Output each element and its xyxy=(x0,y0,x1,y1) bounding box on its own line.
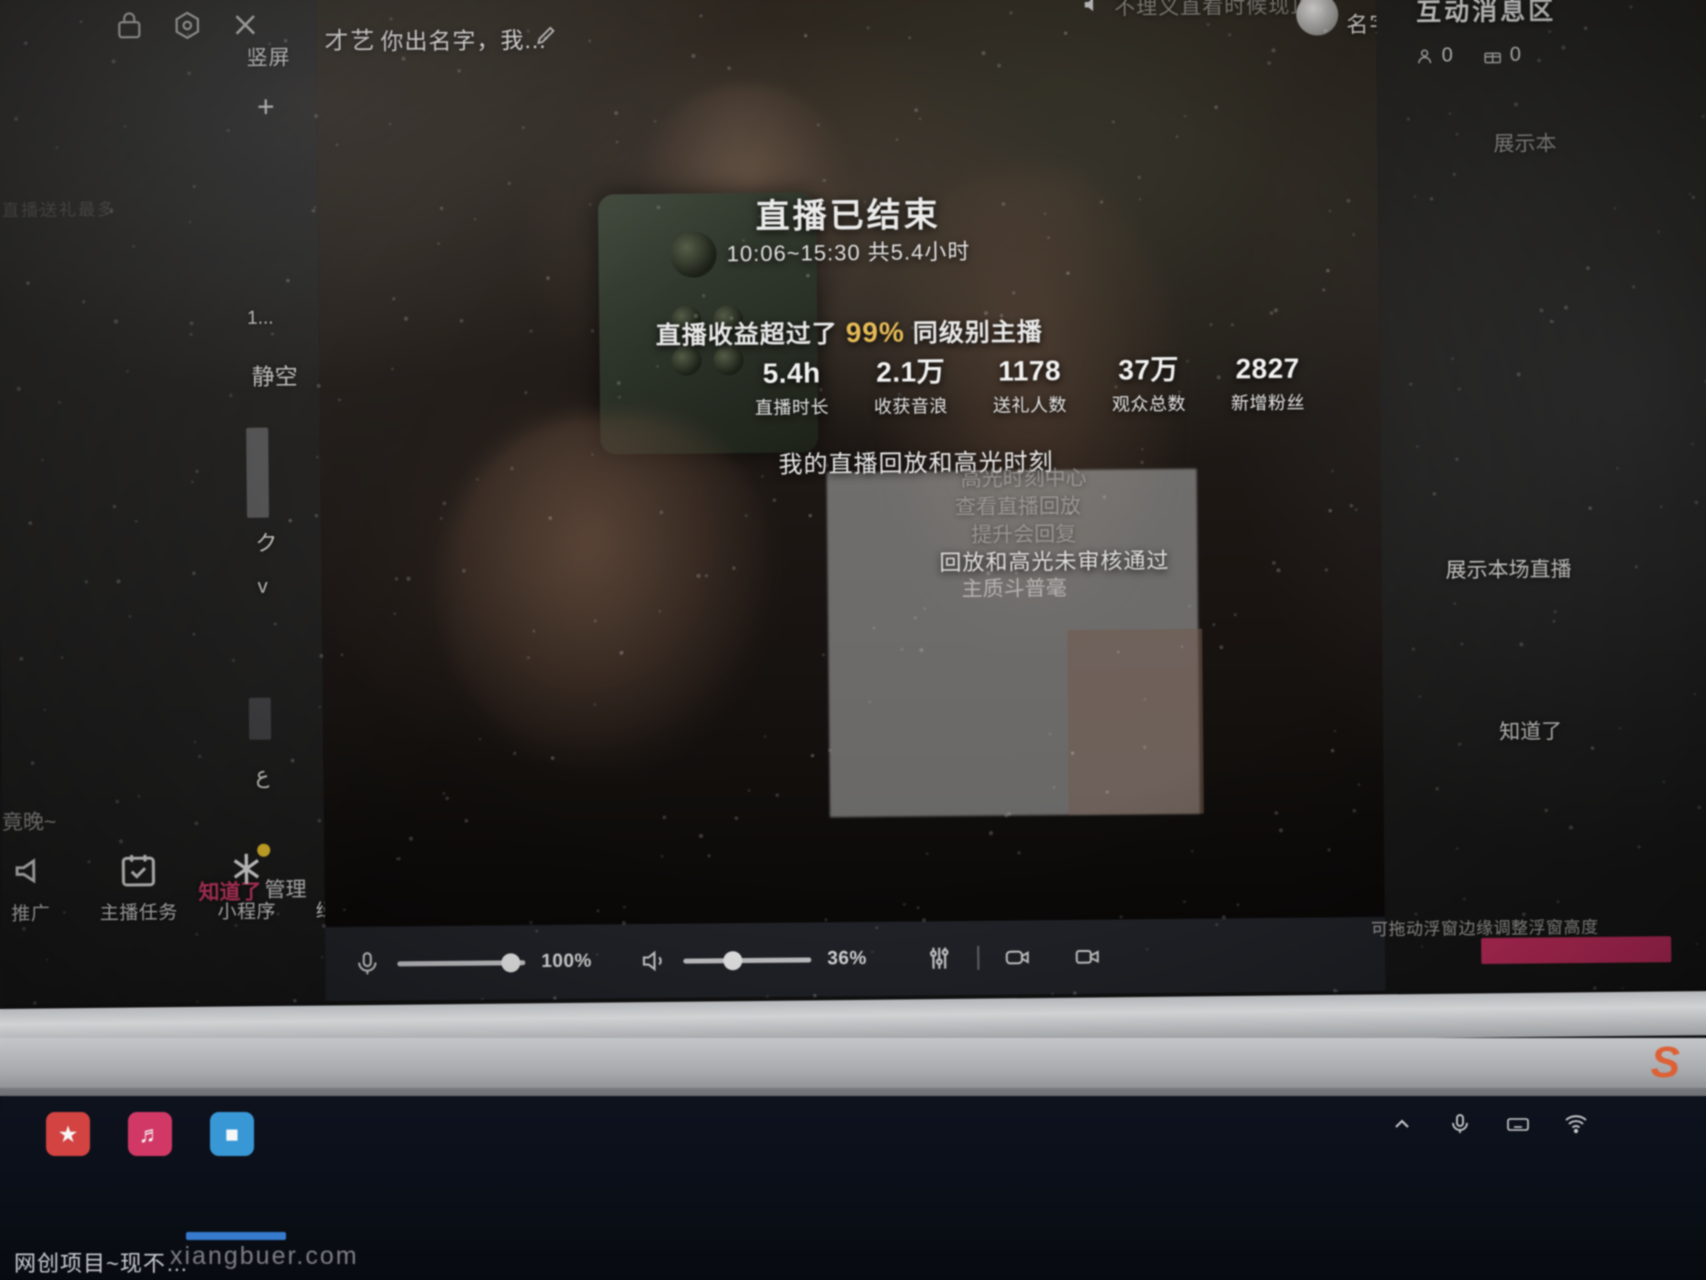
dock-item-promote[interactable]: 推广 xyxy=(0,850,77,926)
stat-value: 2827 xyxy=(1235,352,1300,385)
stat-value: 5.4h xyxy=(762,357,821,389)
gift-icon xyxy=(1484,52,1502,63)
video-preview-stage[interactable]: 直播已结束 10:06~15:30 共5.4小时 直播收益超过了 99% 同级别主播… xyxy=(316,0,1385,928)
dock-label-anchor-task: 主播任务 xyxy=(99,902,178,925)
pencil-icon[interactable] xyxy=(534,23,558,47)
rank-percent: 99% xyxy=(845,316,905,349)
monitor-screen: 竖屏 + 直播送礼最多 1... 静空 ク v ع 竟晚~ 知道了 管理 推广 … xyxy=(0,0,1706,1023)
side-stub-3: ク xyxy=(255,530,278,556)
stat-gift-income: 2.1万 收获音浪 xyxy=(869,356,954,419)
live-streaming-app: 竖屏 + 直播送礼最多 1... 静空 ク v ع 竟晚~ 知道了 管理 推广 … xyxy=(0,0,1706,1022)
speaker-slider[interactable] xyxy=(683,950,812,970)
replay-faint-1: 高光时刻中心 xyxy=(960,466,1087,491)
grey-overlay-card-secondary xyxy=(1067,628,1204,815)
side-stub-1: 1... xyxy=(247,307,274,329)
panel-action-button[interactable] xyxy=(1481,936,1672,965)
panel-scrollbar-thumb[interactable] xyxy=(246,427,270,518)
stat-label: 直播时长 xyxy=(754,397,830,419)
network-icon[interactable] xyxy=(1564,1112,1588,1141)
stat-new-fans: 2827 新增粉丝 xyxy=(1225,353,1310,416)
stat-label: 送礼人数 xyxy=(992,395,1068,416)
replay-sub-text: 主质斗普毫 xyxy=(961,576,1067,601)
watermark-text: xiangbuer.com xyxy=(170,1242,359,1270)
viewer-count-value: 0 xyxy=(1441,44,1453,67)
s-watermark-logo: S xyxy=(1650,1038,1680,1087)
divider xyxy=(977,945,980,970)
stat-value: 1178 xyxy=(998,355,1062,387)
video-camera-icon[interactable] xyxy=(1073,943,1101,971)
dock-item-mini-program[interactable]: 小程序 xyxy=(200,843,293,924)
panel-title: 互动消息区 xyxy=(1416,0,1557,27)
settings-hexagon-icon[interactable] xyxy=(172,10,202,40)
close-icon[interactable] xyxy=(230,10,260,40)
stat-value: 2.1万 xyxy=(876,356,946,388)
interaction-message-panel: 互动消息区 0 0 展示本 展示本场直播 知道了 可拖动浮窗边缘调整浮窗高度 xyxy=(1371,0,1706,991)
taskbar-active-indicator xyxy=(186,1232,286,1240)
photographed-screen: 竖屏 + 直播送礼最多 1... 静空 ク v ع 竟晚~ 知道了 管理 推广 … xyxy=(0,0,1706,1280)
taskbar-app-2[interactable]: ♬ xyxy=(128,1112,172,1156)
gift-count: 0 xyxy=(1483,44,1521,67)
stat-label: 新增粉丝 xyxy=(1230,392,1306,414)
left-tool-panel: 竖屏 + 直播送礼最多 1... 静空 ク v ع 竟晚~ 知道了 管理 推广 … xyxy=(0,0,394,1005)
equalizer-icon[interactable] xyxy=(925,944,953,972)
stat-label: 观众总数 xyxy=(1111,394,1187,415)
megaphone-icon xyxy=(9,851,51,891)
mini-program-icon xyxy=(225,843,271,889)
taskbar: S ★ ♬ ■ 网创项目~现不… xiangbuer.com xyxy=(0,1038,1706,1280)
stat-label: 收获音浪 xyxy=(873,396,949,418)
orientation-label[interactable]: 竖屏 xyxy=(246,41,290,71)
panel-scrollbar-thumb-secondary[interactable] xyxy=(248,697,272,740)
lock-icon[interactable] xyxy=(114,11,144,41)
dock-item-anchor-task[interactable]: 主播任务 xyxy=(92,849,185,925)
taskbar-app-3[interactable]: ■ xyxy=(210,1112,254,1156)
dock-label-promote: 推广 xyxy=(11,903,51,926)
rank-suffix: 同级别主播 xyxy=(912,318,1043,348)
resize-hint: 可拖动浮窗边缘调整浮窗高度 xyxy=(1370,917,1599,940)
side-stub-2: 静空 xyxy=(251,363,298,390)
replay-faint-2: 查看直播回放 xyxy=(954,494,1082,520)
taskbar-app-1[interactable]: ★ xyxy=(46,1112,90,1156)
camera-switch-icon[interactable] xyxy=(1003,943,1031,971)
panel-got-it-link[interactable]: 知道了 xyxy=(1499,715,1562,746)
panel-counts: 0 0 xyxy=(1415,44,1521,68)
speaker-volume-icon[interactable] xyxy=(639,947,667,975)
side-stub-4: v xyxy=(257,575,268,598)
keyboard-icon[interactable] xyxy=(1506,1112,1530,1141)
speaker-icon[interactable] xyxy=(1080,0,1104,20)
task-check-icon xyxy=(117,850,159,890)
silhouette-hand xyxy=(440,412,774,776)
rank-prefix: 直播收益超过了 xyxy=(655,320,838,350)
badge-dot xyxy=(257,843,271,857)
stat-total-viewers: 37万 观众总数 xyxy=(1106,354,1191,417)
stats-row: 5.4h 直播时长 2.1万 收获音浪 1178 送礼人数 37万 观众总数 2… xyxy=(750,353,1311,421)
panel-line-2: 展示本场直播 xyxy=(1445,558,1572,583)
av-control-bar: 100% 36% xyxy=(324,916,1386,1002)
chevron-up-icon[interactable] xyxy=(1390,1112,1414,1141)
microphone-value: 100% xyxy=(541,950,593,973)
taskbar-tray xyxy=(1390,1112,1588,1141)
left-panel-faint-text: 直播送礼最多 xyxy=(1,200,117,221)
dock-label-mini-program: 小程序 xyxy=(217,901,277,924)
greeting-text: 竟晚~ xyxy=(1,810,57,835)
category-label[interactable]: 才艺 xyxy=(324,21,376,56)
gift-count-value: 0 xyxy=(1509,43,1521,66)
stat-gifters: 1178 送礼人数 xyxy=(987,355,1072,418)
add-source-button[interactable]: + xyxy=(257,91,275,124)
side-stub-5: ع xyxy=(255,761,270,788)
room-title: 你出名字，我... xyxy=(380,26,547,55)
user-icon xyxy=(1418,49,1432,63)
microphone-tray-icon[interactable] xyxy=(1448,1112,1472,1141)
window-controls xyxy=(114,10,260,41)
slider-knob[interactable] xyxy=(723,950,743,970)
panel-line-1: 展示本 xyxy=(1493,132,1557,156)
stat-duration: 5.4h 直播时长 xyxy=(750,357,835,420)
microphone-icon[interactable] xyxy=(353,950,381,978)
speaker-value: 36% xyxy=(827,947,867,970)
slider-knob[interactable] xyxy=(501,952,521,972)
taskbar-app-icons: ★ ♬ ■ xyxy=(46,1112,254,1156)
viewer-count: 0 xyxy=(1415,44,1453,67)
stat-value: 37万 xyxy=(1118,353,1180,386)
microphone-slider[interactable] xyxy=(397,952,526,972)
